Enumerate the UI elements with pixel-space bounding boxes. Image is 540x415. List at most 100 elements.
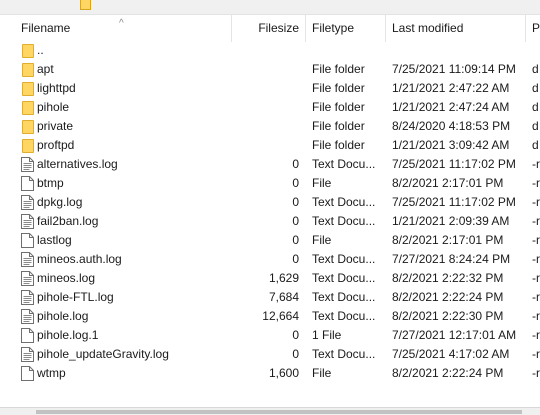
file-size bbox=[236, 41, 299, 60]
column-label-filetype: Filetype bbox=[312, 21, 355, 35]
text-document-icon bbox=[21, 347, 34, 362]
file-size bbox=[236, 136, 299, 155]
file-name: mineos.auth.log bbox=[37, 252, 122, 266]
file-modified: 8/2/2021 2:22:32 PM bbox=[392, 271, 504, 285]
file-size: 12,664 bbox=[262, 309, 299, 323]
file-permissions: d bbox=[532, 81, 539, 95]
file-icon bbox=[21, 328, 34, 343]
file-row[interactable]: mineos.auth.log 0 Text Docu... 7/27/2021 8:… bbox=[0, 250, 540, 269]
file-modified bbox=[392, 41, 522, 60]
file-row[interactable]: wtmp 1,600 File 8/2/2021 2:22:24 PM -r bbox=[0, 364, 540, 383]
scrollbar-thumb[interactable] bbox=[36, 410, 522, 414]
file-row[interactable]: fail2ban.log 0 Text Docu... 1/21/2021 2:09:… bbox=[0, 212, 540, 231]
text-document-icon bbox=[21, 195, 34, 210]
column-header-filesize[interactable]: Filesize bbox=[232, 15, 306, 42]
file-name: private bbox=[37, 119, 74, 133]
file-row[interactable]: pihole.log.1 0 1 File 7/27/2021 12:17:01 AM… bbox=[0, 326, 540, 345]
folder-icon bbox=[22, 44, 34, 58]
file-type: Text Docu... bbox=[312, 290, 376, 304]
file-name: .. bbox=[37, 43, 44, 57]
file-permissions: -r bbox=[532, 176, 540, 190]
file-row[interactable]: private File folder 8/24/2020 4:18:53 PM d bbox=[0, 117, 540, 136]
file-size: 0 bbox=[292, 157, 299, 171]
column-header-filename[interactable]: Filename ^ bbox=[0, 15, 232, 42]
file-row[interactable]: apt File folder 7/25/2021 11:09:14 PM d bbox=[0, 60, 540, 79]
file-type: File folder bbox=[312, 119, 365, 133]
file-row[interactable]: lighttpd File folder 1/21/2021 2:47:22 AM d bbox=[0, 79, 540, 98]
file-row[interactable]: pihole.log 12,664 Text Docu... 8/2/2021 2:2… bbox=[0, 307, 540, 326]
file-modified: 1/21/2021 3:09:42 AM bbox=[392, 138, 510, 152]
file-type: File folder bbox=[312, 100, 365, 114]
file-name: btmp bbox=[37, 176, 64, 190]
file-row[interactable]: pihole_updateGravity.log 0 Text Docu... 7/2… bbox=[0, 345, 540, 364]
file-size: 0 bbox=[292, 328, 299, 342]
file-size bbox=[236, 117, 299, 136]
file-permissions: d bbox=[532, 62, 539, 76]
column-header-last-modified[interactable]: Last modified bbox=[386, 15, 526, 42]
text-document-icon bbox=[21, 214, 34, 229]
file-name: alternatives.log bbox=[37, 157, 118, 171]
file-permissions: -r bbox=[532, 290, 540, 304]
file-name: pihole.log bbox=[37, 309, 89, 323]
file-type: Text Docu... bbox=[312, 157, 376, 171]
file-name: pihole.log.1 bbox=[37, 328, 99, 342]
file-type: Text Docu... bbox=[312, 214, 376, 228]
file-row[interactable]: btmp 0 File 8/2/2021 2:17:01 PM -r bbox=[0, 174, 540, 193]
file-row[interactable]: alternatives.log 0 Text Docu... 7/25/2021 1… bbox=[0, 155, 540, 174]
file-permissions: -r bbox=[532, 309, 540, 323]
file-permissions: -r bbox=[532, 157, 540, 171]
file-icon bbox=[21, 233, 34, 248]
file-name: wtmp bbox=[37, 366, 66, 380]
file-modified: 7/27/2021 8:24:24 PM bbox=[392, 252, 511, 266]
file-modified: 7/27/2021 12:17:01 AM bbox=[392, 328, 517, 342]
file-modified: 1/21/2021 2:47:22 AM bbox=[392, 81, 510, 95]
file-size: 0 bbox=[292, 347, 299, 361]
column-header-filetype[interactable]: Filetype bbox=[306, 15, 386, 42]
file-name: apt bbox=[37, 62, 54, 76]
file-size: 1,600 bbox=[268, 366, 299, 380]
file-size: 0 bbox=[292, 214, 299, 228]
file-row[interactable]: pihole File folder 1/21/2021 2:47:24 AM d bbox=[0, 98, 540, 117]
file-size: 0 bbox=[292, 252, 299, 266]
file-type: Text Docu... bbox=[312, 309, 376, 323]
file-row[interactable]: lastlog 0 File 8/2/2021 2:17:01 PM -r bbox=[0, 231, 540, 250]
column-label-last-modified: Last modified bbox=[392, 21, 464, 35]
file-row[interactable]: proftpd File folder 1/21/2021 3:09:42 AM d bbox=[0, 136, 540, 155]
folder-icon bbox=[22, 139, 34, 153]
file-modified: 1/21/2021 2:47:24 AM bbox=[392, 100, 510, 114]
text-document-icon bbox=[21, 271, 34, 286]
file-type: File bbox=[312, 366, 332, 380]
file-type bbox=[312, 41, 382, 60]
file-type: File folder bbox=[312, 138, 365, 152]
file-modified: 7/25/2021 4:17:02 AM bbox=[392, 347, 510, 361]
file-size: 0 bbox=[292, 233, 299, 247]
file-permissions: -r bbox=[532, 328, 540, 342]
file-row[interactable]: mineos.log 1,629 Text Docu... 8/2/2021 2:22… bbox=[0, 269, 540, 288]
file-type: File bbox=[312, 176, 332, 190]
file-permissions: -r bbox=[532, 195, 540, 209]
file-size: 0 bbox=[292, 195, 299, 209]
file-type: File folder bbox=[312, 62, 365, 76]
file-row[interactable]: pihole-FTL.log 7,684 Text Docu... 8/2/2021 … bbox=[0, 288, 540, 307]
file-modified: 1/21/2021 2:09:39 AM bbox=[392, 214, 510, 228]
text-document-icon bbox=[21, 157, 34, 172]
text-document-icon bbox=[21, 290, 34, 305]
file-type: Text Docu... bbox=[312, 347, 376, 361]
file-name: fail2ban.log bbox=[37, 214, 99, 228]
file-row[interactable]: dpkg.log 0 Text Docu... 7/25/2021 11:17:02 … bbox=[0, 193, 540, 212]
file-icon bbox=[21, 366, 34, 381]
file-name: pihole-FTL.log bbox=[37, 290, 114, 304]
file-type: Text Docu... bbox=[312, 271, 376, 285]
file-modified: 8/2/2021 2:22:30 PM bbox=[392, 309, 504, 323]
file-permissions: d bbox=[532, 100, 539, 114]
file-permissions: d bbox=[532, 119, 539, 133]
column-label-filename: Filename bbox=[21, 21, 71, 35]
column-header-permissions[interactable]: P bbox=[526, 15, 540, 42]
column-label-permissions: P bbox=[532, 21, 540, 35]
file-type: Text Docu... bbox=[312, 195, 376, 209]
file-permissions: -r bbox=[532, 233, 540, 247]
file-size: 1,629 bbox=[268, 271, 299, 285]
file-row[interactable]: .. bbox=[0, 41, 540, 60]
file-name: proftpd bbox=[37, 138, 75, 152]
file-permissions bbox=[532, 41, 540, 60]
